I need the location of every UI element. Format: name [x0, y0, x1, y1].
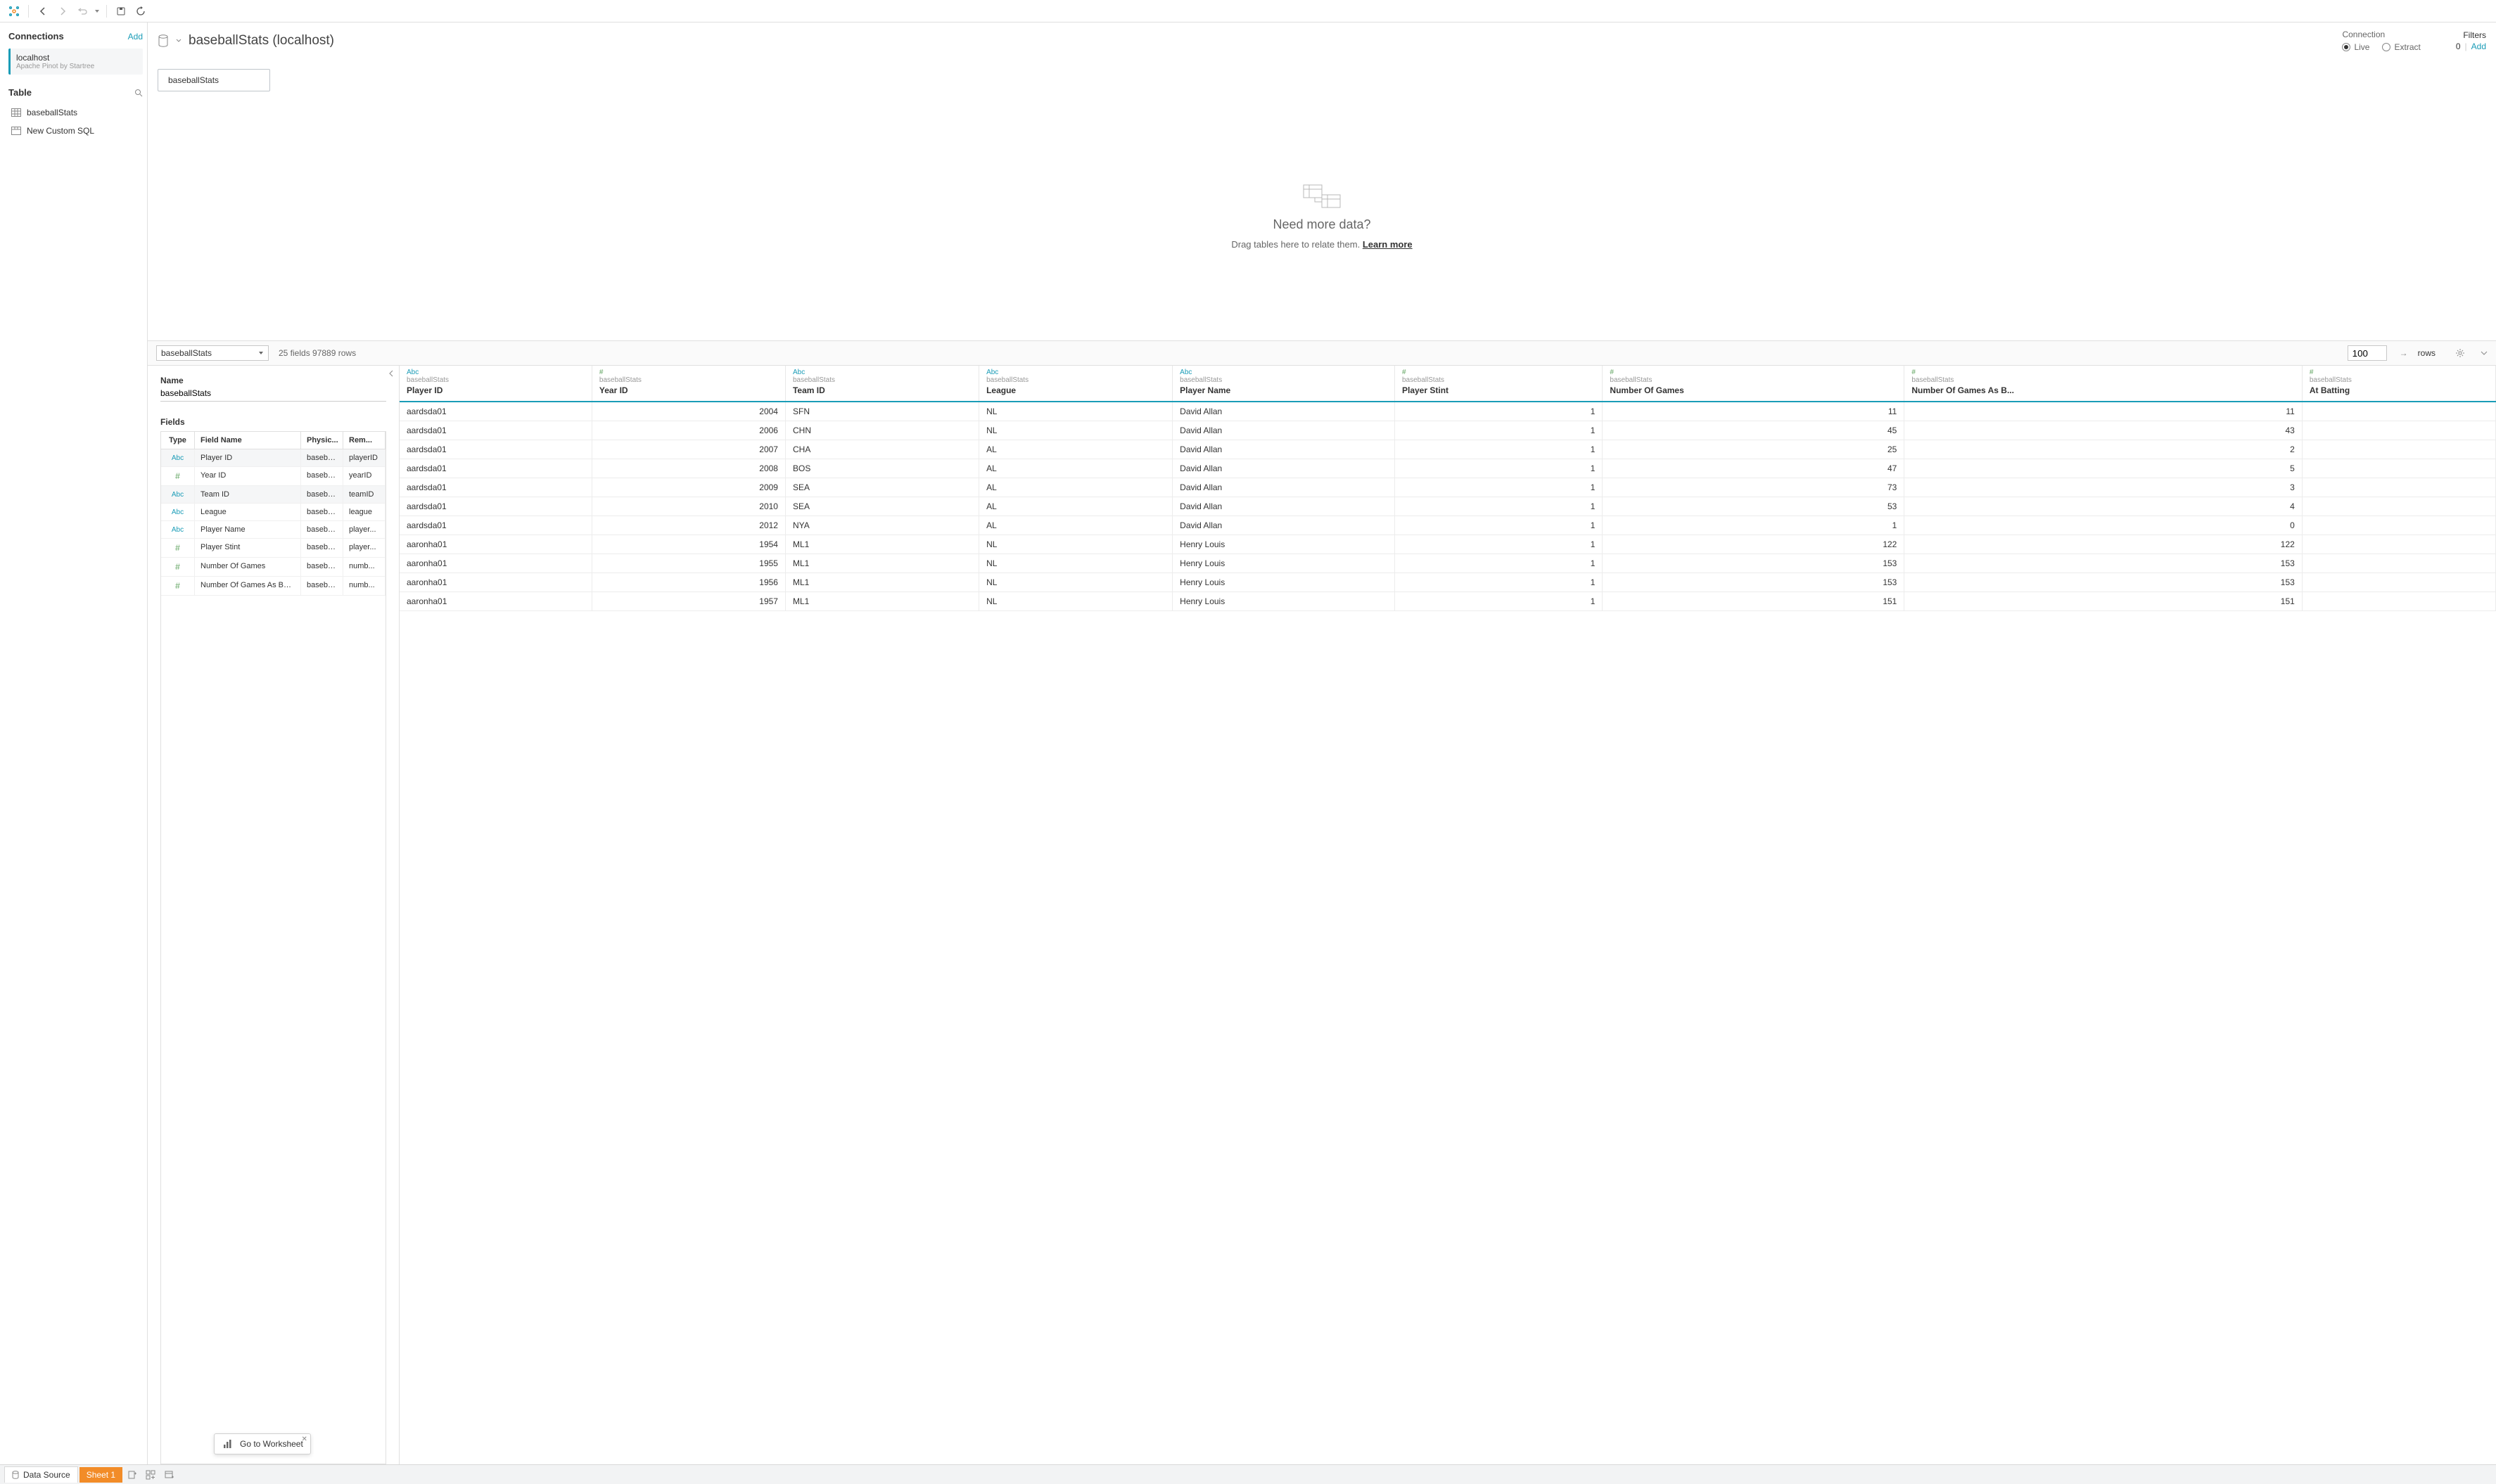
close-tooltip-icon[interactable]: ✕ [301, 1435, 307, 1443]
grid-row[interactable]: aaronha011956ML1NLHenry Louis1153153 [400, 573, 2496, 592]
add-connection-link[interactable]: Add [128, 32, 143, 41]
worksheet-icon [222, 1438, 233, 1450]
add-filter-link[interactable]: Add [2471, 41, 2486, 51]
connection-extract-radio[interactable]: Extract [2382, 42, 2420, 52]
save-button[interactable] [113, 3, 129, 20]
relationships-canvas[interactable]: baseballStats Need more data? Drag table… [148, 59, 2496, 340]
grid-column-header[interactable]: #baseballStatsAt Batting [2302, 366, 2495, 402]
datasource-header: baseballStats (localhost) Connection Liv… [148, 23, 2496, 59]
fields-rows-summary: 25 fields 97889 rows [279, 348, 356, 358]
connection-mode-label: Connection [2342, 30, 2420, 39]
field-row[interactable]: #Player Stintbaseball...player... [161, 539, 386, 558]
undo-dropdown-icon[interactable] [94, 3, 101, 20]
table-section-label: Table [8, 87, 32, 98]
new-story-button[interactable] [160, 1467, 177, 1483]
grid-row[interactable]: aaronha011954ML1NLHenry Louis1122122 [400, 535, 2496, 554]
grid-settings-icon[interactable] [2455, 348, 2465, 358]
field-row[interactable]: AbcPlayer Namebaseball...player... [161, 521, 386, 539]
grid-row[interactable]: aardsda012008BOSALDavid Allan1475 [400, 459, 2496, 478]
datasource-tab[interactable]: Data Source [4, 1466, 78, 1483]
rows-label: rows [2418, 348, 2435, 358]
grid-row[interactable]: aardsda012006CHNNLDavid Allan14543 [400, 421, 2496, 440]
field-row[interactable]: #Year IDbaseball...yearID [161, 467, 386, 486]
field-row[interactable]: #Number Of Games As Batterbaseball...num… [161, 577, 386, 596]
new-dashboard-button[interactable] [142, 1467, 159, 1483]
grid-row[interactable]: aardsda012010SEAALDavid Allan1534 [400, 497, 2496, 516]
connection-live-radio[interactable]: Live [2342, 42, 2369, 52]
table-name-input[interactable] [160, 385, 386, 402]
connection-name: localhost [16, 53, 137, 63]
need-more-data-title: Need more data? [1273, 217, 1370, 232]
grid-column-header[interactable]: AbcbaseballStatsPlayer ID [400, 366, 592, 402]
field-row[interactable]: AbcPlayer IDbaseball...playerID [161, 449, 386, 467]
connection-subtitle: Apache Pinot by Startree [16, 63, 137, 70]
grid-column-header[interactable]: AbcbaseballStatsPlayer Name [1173, 366, 1395, 402]
database-icon [158, 34, 169, 47]
learn-more-link[interactable]: Learn more [1363, 239, 1413, 250]
grid-dropdown-icon[interactable] [2481, 350, 2488, 356]
datasource-dropdown-icon[interactable] [176, 38, 182, 44]
grid-row[interactable]: aardsda012012NYAALDavid Allan110 [400, 516, 2496, 535]
grid-row[interactable]: aardsda012007CHAALDavid Allan1252 [400, 440, 2496, 459]
preview-controls-bar: baseballStats 25 fields 97889 rows → row… [148, 340, 2496, 366]
grid-column-header[interactable]: #baseballStatsPlayer Stint [1395, 366, 1603, 402]
rows-limit-input[interactable] [2348, 345, 2387, 361]
grid-row[interactable]: aardsda012009SEAALDavid Allan1733 [400, 478, 2496, 497]
sheet-1-tab[interactable]: Sheet 1 [79, 1467, 122, 1483]
table-icon [11, 108, 21, 117]
worksheet-tabs-bar: Data Source Sheet 1 [0, 1464, 2496, 1484]
field-row[interactable]: #Number Of Gamesbaseball...numb... [161, 558, 386, 577]
forward-button[interactable] [54, 3, 71, 20]
grid-column-header[interactable]: #baseballStatsNumber Of Games As B... [1904, 366, 2302, 402]
grid-row[interactable]: aaronha011957ML1NLHenry Louis1151151 [400, 592, 2496, 611]
sidebar-table-item[interactable]: baseballStats [8, 103, 143, 122]
back-button[interactable] [34, 3, 51, 20]
sql-icon [11, 127, 21, 135]
search-tables-icon[interactable] [134, 89, 143, 97]
grid-column-header[interactable]: #baseballStatsNumber Of Games [1603, 366, 1904, 402]
top-toolbar [0, 0, 2496, 23]
grid-row[interactable]: aaronha011955ML1NLHenry Louis1153153 [400, 554, 2496, 573]
app-logo-icon[interactable] [6, 3, 23, 20]
logical-table-pill[interactable]: baseballStats [158, 69, 270, 91]
rows-go-icon[interactable]: → [2400, 348, 2408, 358]
connection-item[interactable]: localhost Apache Pinot by Startree [8, 49, 143, 75]
fields-label: Fields [160, 417, 386, 427]
fields-table-header: Type Field Name Physic... Rem... [161, 432, 386, 449]
fields-pane: Name Fields Type Field Name Physic... Re… [148, 366, 400, 1464]
filters-label: Filters [2456, 30, 2486, 40]
drag-hint: Drag tables here to relate them. [1231, 239, 1360, 250]
field-row[interactable]: AbcTeam IDbaseball...teamID [161, 486, 386, 504]
logical-table-select[interactable]: baseballStats [156, 345, 269, 361]
new-worksheet-button[interactable] [124, 1467, 141, 1483]
relate-tables-icon [1301, 182, 1343, 210]
data-preview-grid[interactable]: AbcbaseballStatsPlayer ID#baseballStatsY… [400, 366, 2496, 1464]
datasource-title[interactable]: baseballStats (localhost) [189, 33, 334, 49]
connections-sidebar: Connections Add localhost Apache Pinot b… [0, 23, 148, 1464]
grid-row[interactable]: aardsda012004SFNNLDavid Allan11111 [400, 402, 2496, 421]
field-row[interactable]: AbcLeaguebaseball...league [161, 504, 386, 521]
grid-column-header[interactable]: AbcbaseballStatsTeam ID [785, 366, 979, 402]
grid-column-header[interactable]: AbcbaseballStatsLeague [979, 366, 1173, 402]
sidebar-table-item[interactable]: New Custom SQL [8, 122, 143, 140]
undo-button[interactable] [74, 3, 91, 20]
go-to-worksheet-tooltip[interactable]: Go to Worksheet ✕ [214, 1433, 311, 1454]
connections-label: Connections [8, 31, 64, 41]
refresh-button[interactable] [132, 3, 149, 20]
grid-column-header[interactable]: #baseballStatsYear ID [592, 366, 785, 402]
filters-count: 0 [2456, 41, 2461, 51]
collapse-pane-icon[interactable] [388, 370, 395, 377]
table-name-label: Name [160, 376, 386, 385]
